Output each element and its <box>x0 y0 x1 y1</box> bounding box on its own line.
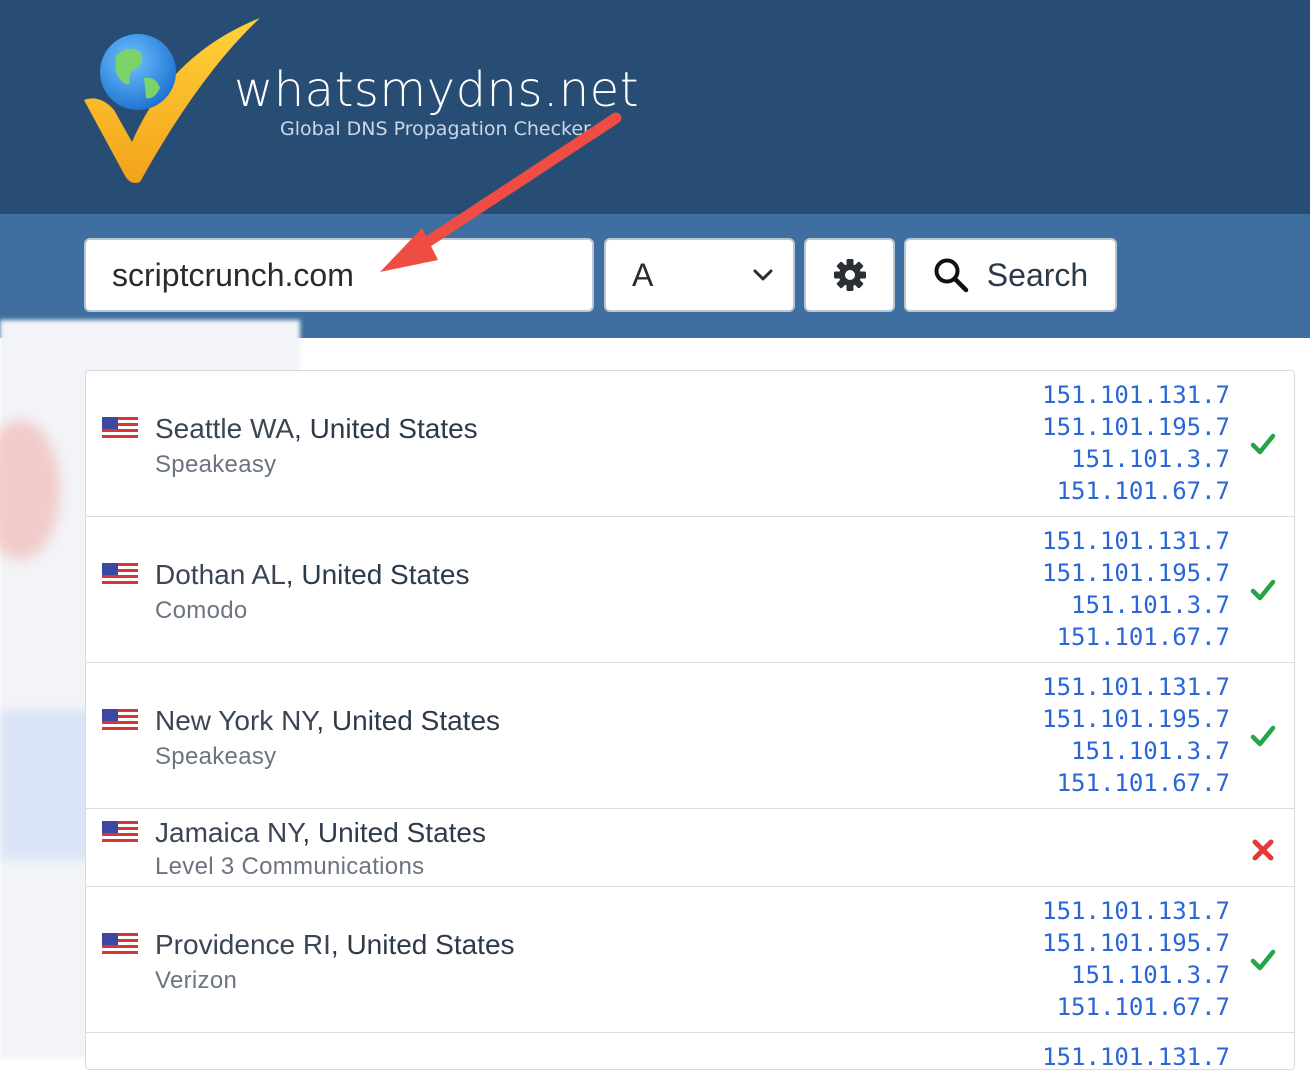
checkmark-icon <box>1250 433 1276 455</box>
site-header: whatsmydns.net Global DNS Propagation Ch… <box>0 0 1310 214</box>
result-country: United States <box>301 559 470 590</box>
checkmark-icon <box>1250 949 1276 971</box>
result-row: 151.101.131.7 <box>86 1033 1294 1069</box>
us-flag-icon <box>102 933 138 955</box>
result-location: Jamaica NY, United States <box>155 817 486 848</box>
cross-icon <box>1252 839 1274 861</box>
result-ip[interactable]: 151.101.195.7 <box>1042 557 1230 589</box>
gear-icon <box>833 259 866 291</box>
checkmark-icon <box>1250 579 1276 601</box>
result-country: United States <box>346 929 515 960</box>
result-location: Providence RI, United States <box>155 929 515 960</box>
result-location: Seattle WA, United States <box>155 413 478 444</box>
result-location: New York NY, United States <box>155 705 501 736</box>
us-flag-icon <box>102 417 138 439</box>
result-provider: Comodo <box>155 597 248 624</box>
result-ip[interactable]: 151.101.195.7 <box>1042 703 1230 735</box>
us-flag-icon <box>102 709 138 731</box>
result-ip[interactable]: 151.101.131.7 <box>1042 895 1230 927</box>
settings-button[interactable] <box>804 238 895 312</box>
us-flag-icon <box>102 821 138 843</box>
results-table: Seattle WA, United States Speakeasy 151.… <box>85 370 1295 1070</box>
search-button-label: Search <box>986 256 1089 293</box>
result-row: Seattle WA, United States Speakeasy 151.… <box>86 371 1294 517</box>
result-provider: Verizon <box>155 967 238 994</box>
result-provider: Level 3 Communications <box>155 853 425 880</box>
checkmark-icon <box>1250 725 1276 747</box>
result-ip[interactable]: 151.101.67.7 <box>1042 767 1230 799</box>
result-ip[interactable]: 151.101.67.7 <box>1042 991 1230 1023</box>
result-city: Jamaica NY <box>155 817 303 848</box>
result-city: Seattle WA <box>155 413 295 444</box>
result-provider: Speakeasy <box>155 743 277 770</box>
result-ip[interactable]: 151.101.195.7 <box>1042 411 1230 443</box>
result-ip[interactable]: 151.101.131.7 <box>1042 525 1230 557</box>
result-row: Jamaica NY, United States Level 3 Commun… <box>86 809 1294 887</box>
result-ip[interactable]: 151.101.67.7 <box>1042 621 1230 653</box>
result-ip[interactable]: 151.101.131.7 <box>1042 379 1230 411</box>
us-flag-icon <box>102 563 138 585</box>
search-button[interactable]: Search <box>904 238 1117 312</box>
result-ip[interactable]: 151.101.131.7 <box>1042 671 1230 703</box>
result-country: United States <box>317 817 486 848</box>
brand-tagline: Global DNS Propagation Checker <box>280 118 591 140</box>
result-ip[interactable]: 151.101.3.7 <box>1042 443 1230 475</box>
result-ip[interactable]: 151.101.195.7 <box>1042 927 1230 959</box>
result-city: Dothan AL <box>155 559 286 590</box>
result-city: Providence RI <box>155 929 331 960</box>
magnifier-icon <box>934 258 969 293</box>
result-ip[interactable]: 151.101.3.7 <box>1042 735 1230 767</box>
map-marker-blurred <box>0 420 60 560</box>
result-provider: Speakeasy <box>155 451 277 478</box>
result-ip-list: 151.101.131.7 151.101.195.7 151.101.3.7 … <box>1042 671 1230 799</box>
result-ip-list: 151.101.131.7 151.101.195.7 151.101.3.7 … <box>1042 379 1230 507</box>
result-row: Dothan AL, United States Comodo 151.101.… <box>86 517 1294 663</box>
chevron-down-icon <box>753 269 773 281</box>
result-ip[interactable]: 151.101.67.7 <box>1042 475 1230 507</box>
result-ip-list: 151.101.131.7 151.101.195.7 151.101.3.7 … <box>1042 895 1230 1023</box>
record-type-select[interactable]: A <box>604 238 795 312</box>
result-row: New York NY, United States Speakeasy 151… <box>86 663 1294 809</box>
result-country: United States <box>331 705 501 736</box>
result-ip[interactable]: 151.101.3.7 <box>1042 959 1230 991</box>
result-ip[interactable]: 151.101.3.7 <box>1042 589 1230 621</box>
result-location: Dothan AL, United States <box>155 559 470 590</box>
result-country: United States <box>309 413 478 444</box>
brand-name[interactable]: whatsmydns.net <box>234 62 639 118</box>
result-city: New York NY <box>155 705 317 736</box>
result-ip[interactable]: 151.101.131.7 <box>1042 1041 1230 1069</box>
domain-input[interactable] <box>84 238 594 312</box>
result-ip-list: 151.101.131.7 151.101.195.7 151.101.3.7 … <box>1042 525 1230 653</box>
record-type-value: A <box>632 256 654 293</box>
result-row: Providence RI, United States Verizon 151… <box>86 887 1294 1033</box>
result-ip-list: 151.101.131.7 <box>1042 1041 1230 1069</box>
